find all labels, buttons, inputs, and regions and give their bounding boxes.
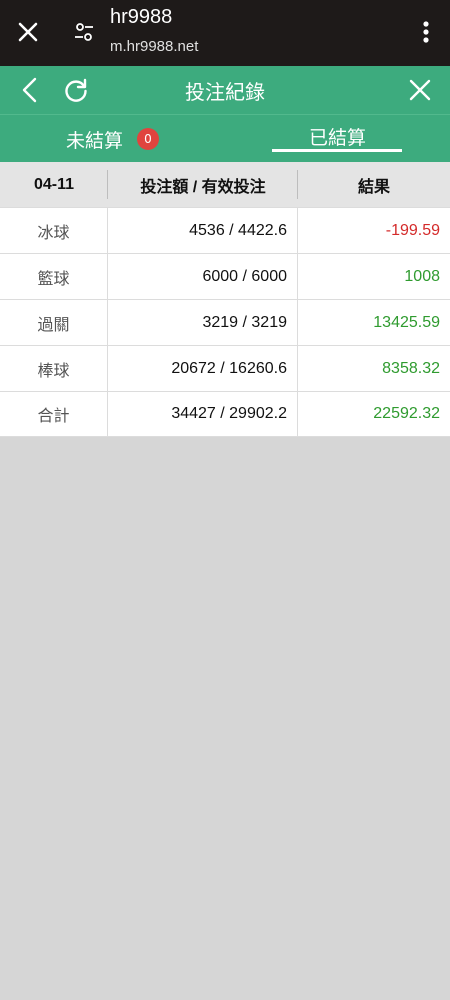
browser-url[interactable]: m.hr9988.net xyxy=(110,38,198,55)
total-result-cell: 22592.32 xyxy=(373,405,440,422)
result-cell: 13425.59 xyxy=(373,313,440,331)
amount-cell: 4536 / 4422.6 xyxy=(108,208,298,253)
tune-icon[interactable] xyxy=(70,18,98,46)
header-result: 結果 xyxy=(357,178,390,196)
results-table: 04-11 投注額 / 有效投注 結果 冰球 4536 / 4422.6 -19… xyxy=(0,162,450,437)
close-icon[interactable] xyxy=(12,16,44,48)
table-row[interactable]: 過關 3219 / 3219 13425.59 xyxy=(0,299,450,345)
page-title: 投注紀錄 xyxy=(185,80,265,104)
total-label-cell: 合計 xyxy=(0,392,108,436)
browser-toolbar: hr9988 m.hr9988.net xyxy=(0,0,450,66)
table-row[interactable]: 籃球 6000 / 6000 1008 xyxy=(0,253,450,299)
amount-cell: 6000 / 6000 xyxy=(108,254,298,299)
result-cell: -199.59 xyxy=(385,221,440,239)
tab-unsettled[interactable]: 未結算 0 xyxy=(0,115,225,163)
table-header: 04-11 投注額 / 有效投注 結果 xyxy=(0,162,450,207)
more-vert-icon[interactable] xyxy=(412,16,440,48)
sport-cell: 籃球 xyxy=(0,254,108,299)
result-cell: 1008 xyxy=(404,267,440,285)
app-header: 投注紀錄 xyxy=(0,66,450,114)
table-row[interactable]: 棒球 20672 / 16260.6 8358.32 xyxy=(0,345,450,391)
amount-cell: 3219 / 3219 xyxy=(108,300,298,345)
result-cell: 8358.32 xyxy=(382,359,440,377)
tab-settled[interactable]: 已結算 xyxy=(225,115,450,163)
tab-unsettled-label: 未結算 xyxy=(65,129,123,152)
sport-cell: 冰球 xyxy=(0,208,108,253)
browser-title: hr9988 xyxy=(110,6,173,28)
count-badge: 0 xyxy=(137,128,159,150)
table-row-total: 合計 34427 / 29902.2 22592.32 xyxy=(0,391,450,437)
table-row[interactable]: 冰球 4536 / 4422.6 -199.59 xyxy=(0,207,450,253)
sport-cell: 棒球 xyxy=(0,346,108,391)
header-date: 04-11 xyxy=(0,162,108,207)
close-icon[interactable] xyxy=(404,74,436,106)
tab-settled-label: 已結算 xyxy=(308,126,366,149)
amount-cell: 20672 / 16260.6 xyxy=(108,346,298,391)
header-amount: 投注額 / 有效投注 xyxy=(108,162,298,207)
tab-bar: 未結算 0 已結算 xyxy=(0,114,450,162)
total-amount-cell: 34427 / 29902.2 xyxy=(108,392,298,436)
active-tab-indicator xyxy=(272,149,402,152)
sport-cell: 過關 xyxy=(0,300,108,345)
